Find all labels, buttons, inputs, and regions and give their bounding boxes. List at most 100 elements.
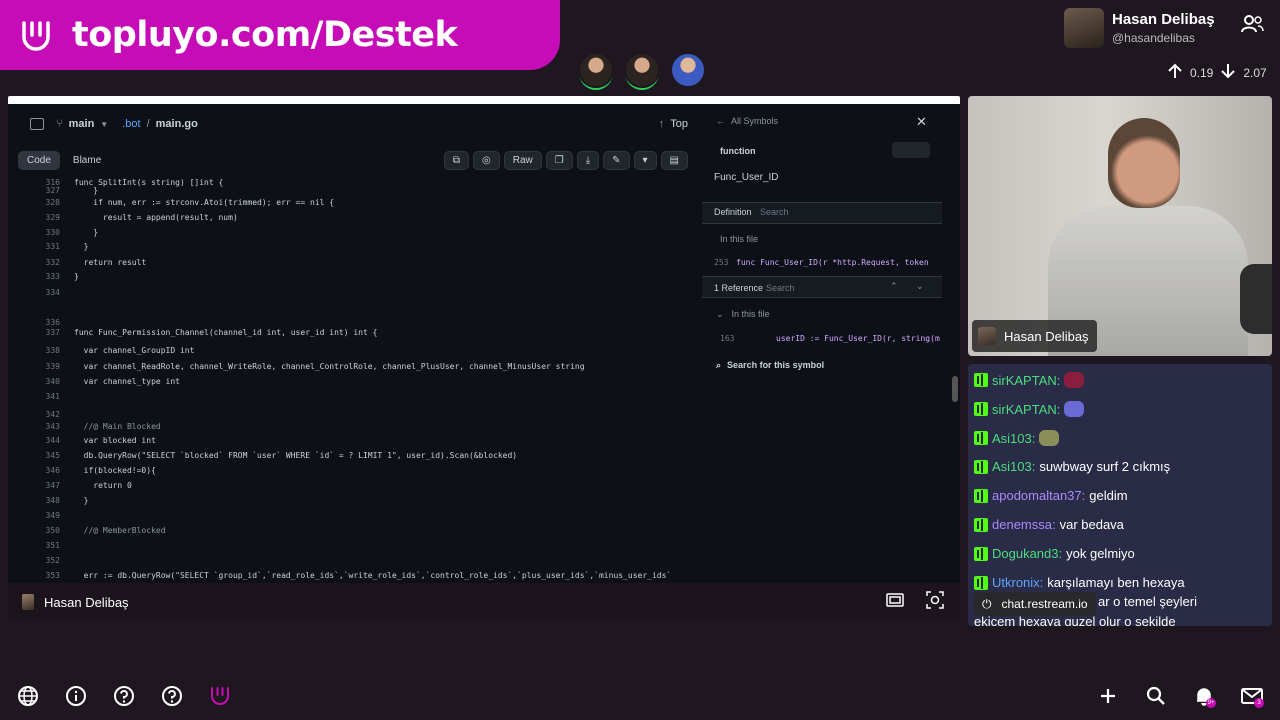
panel-icon[interactable]: ▤ [660, 150, 688, 170]
edit-icon[interactable]: ✎ [603, 150, 630, 170]
symbols-icon[interactable]: ⧉ [443, 150, 469, 170]
line-number[interactable]: 350 [8, 526, 60, 535]
chat-message: denemssa: var bedava [974, 517, 1124, 532]
chat-username[interactable]: denemssa: [992, 517, 1056, 532]
code-line: var channel_ReadRole, channel_WriteRole,… [74, 362, 585, 371]
kick-icon [974, 517, 988, 532]
line-number[interactable]: 342 [8, 410, 60, 419]
pip-icon[interactable] [886, 592, 904, 612]
def-code[interactable]: func Func_User_ID(r *http.Request, token [736, 258, 929, 267]
info-icon[interactable] [64, 684, 88, 708]
code-view: 316 func SplitInt(s string) []int {327 } 3… [8, 178, 698, 583]
kick-icon [974, 431, 988, 445]
line-number[interactable]: 353 [8, 571, 60, 580]
chat-text: karşılamayı ben hexaya [1047, 575, 1185, 590]
chat-username[interactable]: Asi103: [992, 431, 1035, 446]
vote-counter: 0.19 2.07 [1166, 62, 1267, 83]
chevron-up-icon[interactable]: ⌃ [890, 281, 898, 292]
line-number[interactable]: 329 [8, 213, 60, 222]
line-number[interactable]: 343 [8, 422, 60, 431]
top-button[interactable]: ↑ Top [659, 118, 688, 130]
reference-header[interactable]: 1 Reference [714, 283, 763, 293]
all-symbols-link[interactable]: ← All Symbols [716, 116, 778, 126]
line-number[interactable]: 349 [8, 511, 60, 520]
chat-message: Asi103: [974, 430, 1060, 446]
branch-name[interactable]: main [69, 118, 95, 130]
arrow-up-icon[interactable] [1166, 62, 1184, 83]
line-number[interactable]: 328 [8, 198, 60, 207]
chevron-down-icon: ⌄ [716, 309, 724, 319]
search-icon[interactable] [1144, 684, 1168, 708]
line-number[interactable]: 348 [8, 496, 60, 505]
scrollbar[interactable] [952, 108, 958, 578]
kick-icon [974, 488, 988, 503]
definition-search[interactable]: Search [760, 207, 789, 217]
sidebar-toggle-icon[interactable] [30, 118, 44, 130]
line-number[interactable]: 351 [8, 541, 60, 550]
symbol-options-button[interactable] [892, 142, 930, 158]
chat-username[interactable]: apodomaltan37: [992, 488, 1085, 503]
chat-username[interactable]: Dogukand3: [992, 546, 1062, 561]
topluyo-logo-icon[interactable] [208, 684, 232, 708]
line-number[interactable]: 338 [8, 346, 60, 355]
search-symbol-link[interactable]: ⌕ Search for this symbol [716, 360, 824, 371]
viewer-avatar[interactable] [670, 52, 706, 88]
help-icon[interactable] [160, 684, 184, 708]
bottom-bar: 9+ 3 [0, 676, 1280, 716]
download-icon[interactable]: ⤓ [576, 150, 600, 170]
line-number[interactable]: 352 [8, 556, 60, 565]
tab-code[interactable]: Code [18, 150, 60, 170]
help-icon[interactable] [112, 684, 136, 708]
chat-message: Asi103: suwbway surf 2 cıkmış [974, 459, 1170, 474]
close-icon[interactable]: ✕ [916, 114, 927, 130]
plus-icon[interactable] [1096, 684, 1120, 708]
copy-icon[interactable]: ❐ [545, 150, 573, 170]
code-line: if num, err := strconv.Atoi(trimmed); er… [74, 198, 335, 207]
chat-username[interactable]: Asi103: [992, 459, 1035, 474]
line-number[interactable]: 332 [8, 258, 60, 267]
line-number[interactable]: 340 [8, 377, 60, 386]
line-number[interactable]: 327 [8, 186, 60, 195]
line-number[interactable]: 336 [8, 318, 60, 327]
chat-username[interactable]: Utkronix: [992, 575, 1043, 590]
arrow-down-icon[interactable] [1219, 62, 1237, 83]
symbol-name: Func_User_ID [714, 172, 779, 183]
viewer-avatar[interactable] [624, 52, 660, 88]
mail-icon[interactable]: 3 [1240, 684, 1264, 708]
copilot-icon[interactable]: ◎ [472, 150, 500, 170]
viewer-avatar[interactable] [578, 52, 614, 88]
line-number[interactable]: 330 [8, 228, 60, 237]
line-number[interactable]: 341 [8, 392, 60, 401]
chat-username[interactable]: sirKAPTAN: [992, 373, 1060, 388]
definition-header[interactable]: Definition [714, 207, 752, 217]
line-number[interactable]: 337 [8, 328, 60, 337]
avatar [978, 327, 996, 345]
line-number[interactable]: 347 [8, 481, 60, 490]
reference-search[interactable]: Search [766, 283, 795, 293]
bell-icon[interactable]: 9+ [1192, 684, 1216, 708]
raw-button[interactable]: Raw [503, 150, 542, 170]
code-line: db.QueryRow("SELECT `blocked` FROM `user… [74, 451, 518, 460]
line-number[interactable]: 333 [8, 272, 60, 281]
path-dir[interactable]: .bot [122, 118, 140, 130]
people-icon[interactable] [1240, 14, 1264, 34]
scrollbar-thumb[interactable] [952, 376, 958, 402]
globe-icon[interactable] [16, 684, 40, 708]
screenshot-icon[interactable] [926, 590, 944, 614]
code-line: } [74, 186, 99, 195]
chat-text: suwbway surf 2 cıkmış [1039, 459, 1171, 474]
all-symbols-label: All Symbols [731, 116, 779, 126]
ref-code[interactable]: userID := Func_User_ID(r, string(m [776, 334, 940, 343]
upvote-value: 0.19 [1190, 65, 1214, 80]
chevron-down-icon[interactable]: ▾ [633, 150, 657, 170]
line-number[interactable]: 339 [8, 362, 60, 371]
line-number[interactable]: 331 [8, 242, 60, 251]
kick-icon [974, 402, 988, 416]
tab-blame[interactable]: Blame [64, 151, 110, 170]
chat-username[interactable]: sirKAPTAN: [992, 402, 1060, 417]
line-number[interactable]: 344 [8, 436, 60, 445]
line-number[interactable]: 346 [8, 466, 60, 475]
chevron-down-icon[interactable]: ⌄ [916, 281, 924, 292]
line-number[interactable]: 345 [8, 451, 60, 460]
line-number[interactable]: 334 [8, 288, 60, 297]
